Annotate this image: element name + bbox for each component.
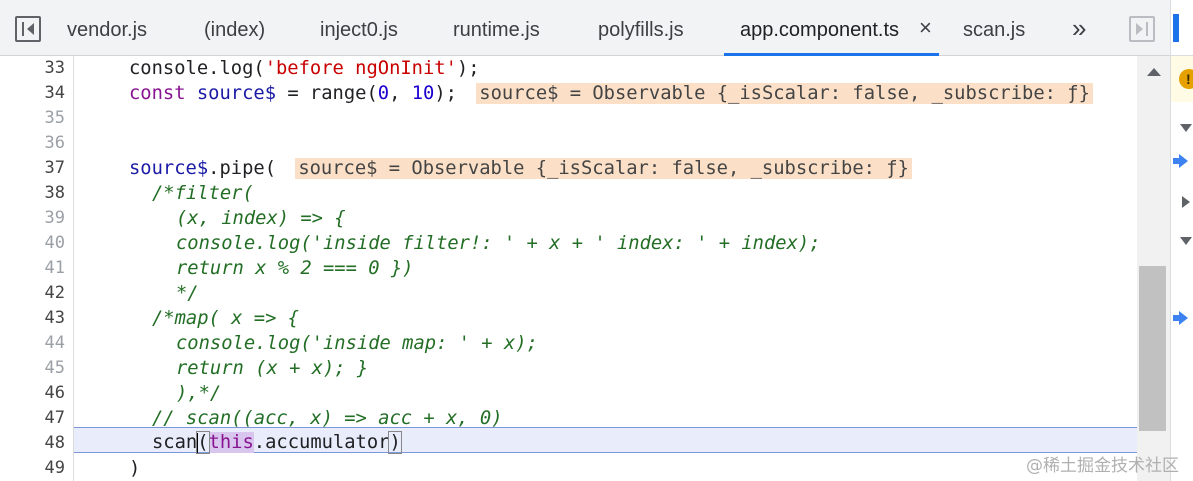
line-number[interactable]: 37 — [5, 156, 65, 181]
close-tab-icon[interactable]: × — [919, 14, 932, 42]
code-number: 0 — [377, 83, 390, 104]
code-line-34: const source$ = range(0, 10); source$ = … — [129, 81, 1093, 106]
line-number[interactable]: 35 — [5, 106, 65, 131]
code-string: 'before ngOnInit' — [264, 58, 457, 79]
code-token: console.log( — [129, 58, 265, 79]
tab-scan-js[interactable]: scan.js — [963, 0, 1025, 56]
code-token: ); — [434, 83, 457, 104]
code-variable: source$ — [129, 158, 209, 179]
inline-variable-value: source$ = Observable {_isScalar: false, … — [295, 158, 912, 179]
code-line-33: console.log('before ngOnInit'); — [129, 56, 480, 81]
warning-icon: ! — [1179, 69, 1193, 89]
chevron-down-icon[interactable] — [1180, 124, 1192, 132]
code-paren-match: ( — [196, 431, 210, 454]
code-variable: source$ — [196, 83, 277, 104]
line-number[interactable]: 45 — [5, 356, 65, 381]
debugger-sidebar-strip: ! — [1170, 0, 1193, 481]
tab-vendor-js[interactable]: vendor.js — [67, 0, 147, 56]
code-line-45: return (x + x); } — [176, 358, 369, 379]
code-line-47: // scan((acc, x) => acc + x, 0) — [152, 408, 503, 429]
toggle-debugger-icon[interactable] — [1129, 16, 1155, 42]
line-number[interactable]: 33 — [5, 56, 65, 81]
line-number[interactable]: 39 — [5, 206, 65, 231]
code-line-48: scan(this.accumulator) — [152, 430, 402, 455]
code-editor[interactable]: 33 34 35 36 37 38 39 40 41 42 43 44 45 4… — [0, 56, 1137, 481]
line-number[interactable]: 42 — [5, 281, 65, 306]
tab-polyfills-js[interactable]: polyfills.js — [598, 0, 684, 56]
line-number[interactable]: 44 — [5, 331, 65, 356]
step-arrow-icon[interactable] — [1173, 154, 1188, 168]
code-function: scan — [152, 432, 198, 453]
code-line-44: console.log('inside map: ' + x); — [176, 333, 538, 354]
code-token: .pipe( — [208, 158, 276, 179]
more-tabs-icon[interactable]: » — [1072, 14, 1086, 42]
line-number[interactable]: 49 — [5, 456, 65, 481]
code-line-46: ),*/ — [176, 383, 222, 404]
inline-variable-value: source$ = Observable {_isScalar: false, … — [476, 83, 1093, 104]
line-number[interactable]: 34 — [5, 81, 65, 106]
line-number[interactable]: 36 — [5, 131, 65, 156]
code-keyword: const — [129, 83, 186, 104]
code-token: , — [389, 83, 412, 104]
code-line-42: */ — [176, 283, 199, 304]
line-number[interactable]: 40 — [5, 231, 65, 256]
tab-index[interactable]: (index) — [204, 0, 265, 56]
toggle-navigator-icon[interactable] — [15, 16, 41, 42]
code-token: .accumulator — [253, 432, 390, 453]
code-line-37: source$.pipe( source$ = Observable {_isS… — [129, 156, 912, 181]
code-line-49: ) — [129, 458, 141, 479]
editor-scrollbar[interactable] — [1137, 56, 1170, 481]
code-token: ); — [456, 58, 480, 79]
line-number[interactable]: 38 — [5, 181, 65, 206]
code-token: = range( — [276, 83, 378, 104]
source-tab-bar: vendor.js (index) inject0.js runtime.js … — [0, 0, 1170, 56]
warning-row[interactable]: ! — [1171, 56, 1193, 102]
tab-app-component-ts[interactable]: app.component.ts — [724, 0, 939, 56]
line-number[interactable]: 43 — [5, 306, 65, 331]
line-number[interactable]: 46 — [5, 381, 65, 406]
code-keyword: this — [208, 432, 254, 453]
code-line-43: /*map( x => { — [152, 308, 299, 329]
pause-indicator-icon — [1173, 14, 1179, 42]
watermark: @稀土掘金技术社区 — [1026, 456, 1179, 476]
line-number[interactable]: 47 — [5, 406, 65, 431]
step-arrow-icon[interactable] — [1173, 311, 1188, 325]
code-line-41: return x % 2 === 0 }) — [176, 258, 414, 279]
code-line-38: /*filter( — [152, 183, 254, 204]
code-number: 10 — [411, 83, 435, 104]
line-number-gutter[interactable]: 33 34 35 36 37 38 39 40 41 42 43 44 45 4… — [0, 56, 74, 481]
scroll-up-icon[interactable] — [1147, 68, 1161, 76]
chevron-right-icon[interactable] — [1182, 196, 1190, 208]
tab-inject0-js[interactable]: inject0.js — [320, 0, 398, 56]
chevron-down-icon[interactable] — [1180, 237, 1192, 245]
line-number[interactable]: 41 — [5, 256, 65, 281]
code-line-40: console.log('inside filter!: ' + x + ' i… — [176, 233, 821, 254]
code-paren-match: ) — [388, 431, 402, 454]
scrollbar-thumb[interactable] — [1139, 266, 1166, 431]
tab-runtime-js[interactable]: runtime.js — [453, 0, 540, 56]
code-line-39: (x, index) => { — [176, 208, 346, 229]
line-number[interactable]: 48 — [5, 431, 65, 456]
